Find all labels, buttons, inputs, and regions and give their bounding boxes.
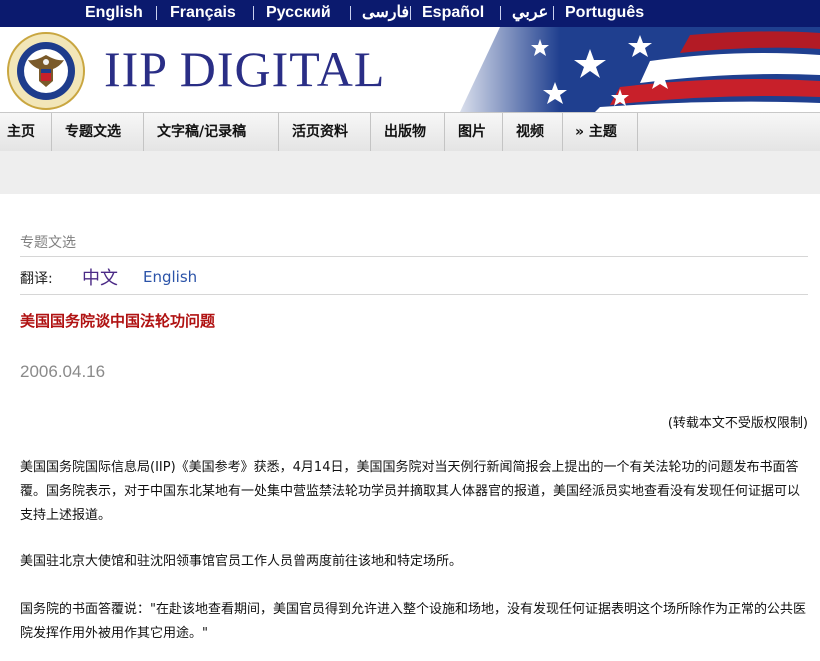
lang-spanish[interactable]: Español — [422, 4, 484, 22]
lang-divider — [350, 6, 351, 20]
breadcrumb[interactable]: 专题文选 — [20, 232, 76, 252]
lang-divider — [156, 6, 157, 20]
nav-videos[interactable]: 视频 — [516, 113, 544, 151]
nav-divider — [51, 113, 52, 151]
lang-divider — [553, 6, 554, 20]
lang-french[interactable]: Français — [170, 4, 236, 22]
nav-divider — [444, 113, 445, 151]
embassy-seal-icon — [7, 32, 85, 110]
lang-divider — [253, 6, 254, 20]
nav-divider — [143, 113, 144, 151]
lang-portuguese[interactable]: Português — [565, 4, 644, 22]
language-bar: English Français Русский فارسی Español ع… — [0, 0, 820, 27]
sub-nav-bar — [0, 151, 820, 194]
nav-fact-sheets[interactable]: 活页资料 — [292, 113, 348, 151]
article-paragraph: 美国国务院国际信息局(IIP)《美国参考》获悉，4月14日，美国国务院对当天例行… — [20, 460, 801, 523]
translation-english-link[interactable]: English — [143, 268, 197, 286]
nav-photos[interactable]: 图片 — [458, 113, 486, 151]
nav-divider — [370, 113, 371, 151]
main-nav: 主页 专题文选 文字稿/记录稿 活页资料 出版物 图片 视频 » 主题 — [0, 112, 820, 152]
translation-chinese-link[interactable]: 中文 — [82, 264, 118, 290]
site-banner: IIP DIGITAL — [0, 27, 820, 112]
lang-farsi[interactable]: فارسی — [362, 4, 409, 22]
lang-english[interactable]: English — [85, 4, 143, 22]
nav-featured-articles[interactable]: 专题文选 — [65, 113, 121, 151]
lang-divider — [410, 6, 411, 20]
translation-label: 翻译: — [20, 271, 53, 287]
nav-home[interactable]: 主页 — [7, 113, 35, 151]
nav-transcripts[interactable]: 文字稿/记录稿 — [157, 113, 246, 151]
nav-divider — [278, 113, 279, 151]
nav-divider — [562, 113, 563, 151]
lang-arabic[interactable]: عربي — [512, 4, 548, 22]
site-brand[interactable]: IIP DIGITAL — [104, 41, 385, 97]
nav-divider — [502, 113, 503, 151]
divider — [20, 256, 808, 257]
divider — [20, 294, 808, 295]
article-paragraph: 国务院的书面答覆说："在赴该地查看期间，美国官员得到允许进入整个设施和场地，没有… — [20, 602, 806, 641]
nav-divider — [637, 113, 638, 151]
article-paragraph: 美国驻北京大使馆和驻沈阳领事馆官员工作人员曾两度前往该地和特定场所。 — [20, 554, 463, 569]
copyright-notice: (转载本文不受版权限制) — [667, 416, 808, 431]
lang-russian[interactable]: Русский — [266, 4, 331, 22]
article-title: 美国国务院谈中国法轮功问题 — [20, 312, 216, 330]
nav-publications[interactable]: 出版物 — [384, 113, 426, 151]
nav-topics[interactable]: » 主题 — [575, 113, 617, 151]
article-date: 2006.04.16 — [20, 362, 106, 381]
lang-divider — [500, 6, 501, 20]
